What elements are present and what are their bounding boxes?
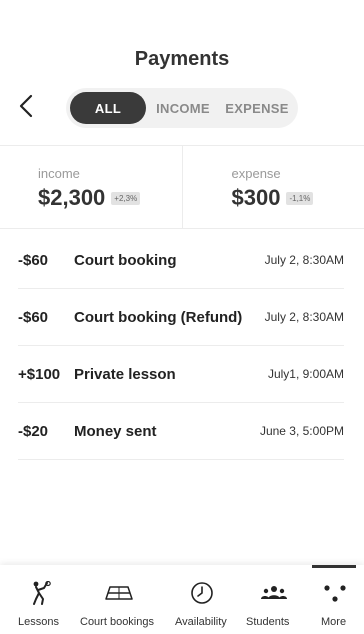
transaction-amount: -$60 <box>18 251 49 269</box>
header: Payments ALL INCOME EXPENSE <box>0 0 364 140</box>
transaction-row[interactable]: -$60 Court booking (Refund) July 2, 8:30… <box>18 289 344 346</box>
transaction-amount: -$60 <box>18 308 49 326</box>
transaction-description: Court booking (Refund) <box>74 308 243 326</box>
clock-icon <box>190 581 214 605</box>
transaction-row[interactable]: +$100 Private lesson July1, 9:00AM <box>18 346 344 403</box>
transaction-amount: +$100 <box>18 365 61 383</box>
expense-amount: $300 <box>231 185 281 210</box>
transaction-date: July 2, 8:30AM <box>264 253 344 267</box>
transaction-date: July1, 9:00AM <box>267 367 344 381</box>
transaction-amount: -$20 <box>18 422 49 440</box>
transaction-description: Private lesson <box>74 365 176 383</box>
summary-panel: income $2,300 +2,3% expense $300 -1,1% <box>0 145 364 229</box>
back-button[interactable] <box>14 92 42 120</box>
expense-summary: expense $300 -1,1% <box>183 146 364 228</box>
transaction-description: Money sent <box>74 422 157 440</box>
transaction-row[interactable]: -$20 Money sent June 3, 5:00PM <box>18 403 344 460</box>
transaction-list: -$60 Court booking July 2, 8:30AM -$60 C… <box>18 232 344 460</box>
transaction-description: Court booking <box>74 251 177 269</box>
tab-more[interactable]: More <box>308 565 364 634</box>
expense-change-badge: -1,1% <box>286 191 314 205</box>
transaction-date: June 3, 5:00PM <box>259 424 344 438</box>
tab-income[interactable]: INCOME <box>146 92 220 124</box>
transaction-date: July 2, 8:30AM <box>264 310 344 324</box>
filter-segmented-control: ALL INCOME EXPENSE <box>66 88 298 128</box>
tab-expense[interactable]: EXPENSE <box>220 92 294 124</box>
tab-students[interactable]: Students <box>240 565 308 634</box>
court-icon <box>104 581 134 605</box>
tab-availability[interactable]: Availability <box>164 565 240 634</box>
expense-label: expense <box>231 166 281 181</box>
bottom-tab-bar: Lessons Court bookings Availability Stud… <box>0 565 364 634</box>
page-title: Payments <box>134 48 230 70</box>
income-change-badge: +2,3% <box>111 191 141 205</box>
tab-lessons[interactable]: Lessons <box>0 565 80 634</box>
tab-court-bookings[interactable]: Court bookings <box>80 565 164 634</box>
tab-label: More <box>321 616 347 628</box>
income-amount: $2,300 <box>38 185 106 210</box>
tab-label: Students <box>246 616 290 628</box>
back-arrow-icon[interactable] <box>14 92 42 120</box>
tab-label: Court bookings <box>80 616 154 628</box>
active-tab-indicator <box>312 565 356 568</box>
transaction-row[interactable]: -$60 Court booking July 2, 8:30AM <box>18 232 344 289</box>
tab-all[interactable]: ALL <box>70 92 146 124</box>
tennis-player-icon <box>30 581 52 605</box>
income-label: income <box>38 166 80 181</box>
students-icon <box>261 581 287 605</box>
tab-label: Availability <box>175 616 227 628</box>
more-dots-icon <box>322 581 348 605</box>
income-summary: income $2,300 +2,3% <box>0 146 183 228</box>
tab-label: Lessons <box>18 616 59 628</box>
